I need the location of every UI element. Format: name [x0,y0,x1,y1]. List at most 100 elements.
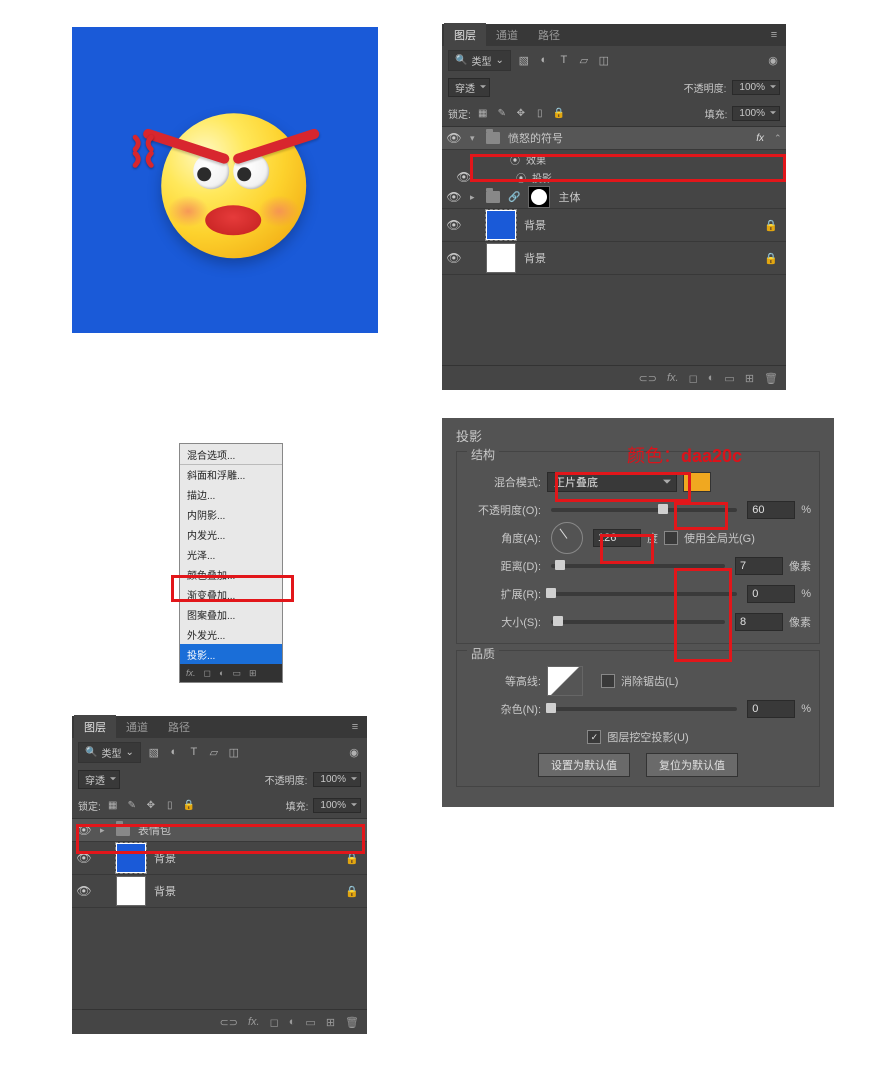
size-input[interactable] [735,613,783,631]
filter-type-icon[interactable]: T [557,53,571,67]
filter-adjust-icon[interactable]: ◐ [537,53,551,67]
lock-all-icon[interactable]: 🔒 [182,798,196,812]
noise-slider[interactable] [551,707,737,711]
mask-icon[interactable]: ◻ [689,372,698,385]
ctx-item[interactable]: 外发光... [180,624,282,644]
ctx-item[interactable]: 斜面和浮雕... [180,464,282,484]
lock-all-icon[interactable]: 🔒 [552,106,566,120]
filter-image-icon[interactable]: ▧ [147,745,161,759]
contour-picker[interactable] [547,666,583,696]
layer-name[interactable]: 主体 [558,189,782,205]
layer-thumb[interactable] [486,210,516,240]
layer-bg-blue[interactable]: 👁 背景 🔒 [72,842,367,875]
distance-slider[interactable] [551,564,725,568]
disclosure-icon[interactable]: ▸ [470,192,478,203]
layer-name[interactable]: 背景 [154,850,337,866]
filter-smart-icon[interactable]: ◫ [597,53,611,67]
filter-image-icon[interactable]: ▧ [517,53,531,67]
ctx-item[interactable]: 描边... [180,484,282,504]
filter-toggle-icon[interactable]: ◉ [766,53,780,67]
blend-mode-select[interactable]: 穿透 [448,78,490,97]
lock-pixels-icon[interactable]: ▦ [476,106,490,120]
filter-type-select[interactable]: 🔍 类型 ⌄ [448,50,511,71]
visibility-icon[interactable]: 👁 [446,218,462,232]
tab-channels[interactable]: 通道 [486,23,528,47]
size-slider[interactable] [551,620,725,624]
mask-icon[interactable]: ◻ [270,1016,279,1029]
ctx-item[interactable]: 颜色叠加... [180,564,282,584]
angle-input[interactable] [593,529,641,547]
distance-input[interactable] [735,557,783,575]
set-default-button[interactable]: 设置为默认值 [538,753,630,777]
lock-artboard-icon[interactable]: ▯ [163,798,177,812]
opacity-input[interactable]: 100% [732,80,780,95]
layer-thumb[interactable] [116,876,146,906]
layer-group-emoji-pack[interactable]: 👁 ▸ 表情包 [72,819,367,842]
filter-adjust-icon[interactable]: ◐ [167,745,181,759]
layer-thumb[interactable] [116,843,146,873]
layer-group-body[interactable]: 👁 ▸ 🔗 主体 [442,186,786,209]
filter-smart-icon[interactable]: ◫ [227,745,241,759]
angle-dial[interactable] [551,522,583,554]
ctx-item[interactable]: 图案叠加... [180,604,282,624]
filter-type-icon[interactable]: T [187,745,201,759]
opacity-input[interactable] [747,501,795,519]
new-layer-icon[interactable]: ⊞ [745,372,754,385]
layer-thumb[interactable] [486,243,516,273]
visibility-icon[interactable]: 👁 [446,131,462,145]
antialias-checkbox[interactable] [601,674,615,688]
tab-paths[interactable]: 路径 [528,23,570,47]
visibility-icon[interactable]: 👁 [76,884,92,898]
visibility-icon[interactable]: 👁 [446,251,462,265]
global-light-checkbox[interactable] [664,531,678,545]
ctx-item-drop-shadow[interactable]: 投影... [180,644,282,664]
ctx-item[interactable]: 混合选项... [180,444,282,464]
fx-badge[interactable]: fx [756,133,764,144]
knockout-checkbox[interactable] [587,730,601,744]
lock-artboard-icon[interactable]: ▯ [533,106,547,120]
trash-icon[interactable]: 🗑 [764,372,778,385]
mask-thumb[interactable] [528,186,550,208]
lock-move-icon[interactable]: ✥ [514,106,528,120]
tab-layers[interactable]: 图层 [74,715,116,739]
fill-input[interactable]: 100% [732,106,780,121]
link-icon[interactable]: ⊂⊃ [639,372,657,385]
shadow-color-swatch[interactable] [683,472,711,492]
ctx-item[interactable]: 内发光... [180,524,282,544]
layer-bg-white[interactable]: 👁 背景 🔒 [442,242,786,275]
new-layer-icon[interactable]: ⊞ [326,1016,335,1029]
tab-channels[interactable]: 通道 [116,715,158,739]
spread-slider[interactable] [551,592,737,596]
adjust-icon[interactable]: ◐ [289,1016,296,1028]
layer-group-anger[interactable]: 👁 ▾ 愤怒的符号 fx ⌃ [442,127,786,150]
layer-bg-white[interactable]: 👁 背景 🔒 [72,875,367,908]
layer-name[interactable]: 愤怒的符号 [508,130,748,146]
adjust-icon[interactable]: ◐ [708,372,715,384]
filter-shape-icon[interactable]: ▱ [207,745,221,759]
panel-menu-icon[interactable]: ≡ [762,29,786,41]
fill-input[interactable]: 100% [313,798,361,813]
visibility-icon[interactable]: 👁 [76,823,92,837]
ctx-item[interactable]: 内阴影... [180,504,282,524]
layer-name[interactable]: 背景 [154,883,337,899]
fx-icon[interactable]: fx. [248,1016,260,1028]
noise-input[interactable] [747,700,795,718]
disclosure-icon[interactable]: ▾ [470,133,478,144]
fx-disclosure-icon[interactable]: ⌃ [774,133,782,144]
layer-bg-blue[interactable]: 👁 背景 🔒 [442,209,786,242]
lock-brush-icon[interactable]: ✎ [125,798,139,812]
group-icon[interactable]: ▭ [305,1016,315,1029]
layer-name[interactable]: 背景 [524,250,756,266]
tab-paths[interactable]: 路径 [158,715,200,739]
filter-toggle-icon[interactable]: ◉ [347,745,361,759]
reset-default-button[interactable]: 复位为默认值 [646,753,738,777]
ctx-item[interactable]: 光泽... [180,544,282,564]
opacity-slider[interactable] [551,508,737,512]
fx-icon[interactable]: fx. [667,372,679,384]
lock-pixels-icon[interactable]: ▦ [106,798,120,812]
opacity-input[interactable]: 100% [313,772,361,787]
panel-menu-icon[interactable]: ≡ [343,721,367,733]
visibility-icon[interactable]: 👁 [76,851,92,865]
blend-mode-select[interactable]: 穿透 [78,770,120,789]
blend-mode-select[interactable]: 正片叠底 [547,472,677,492]
